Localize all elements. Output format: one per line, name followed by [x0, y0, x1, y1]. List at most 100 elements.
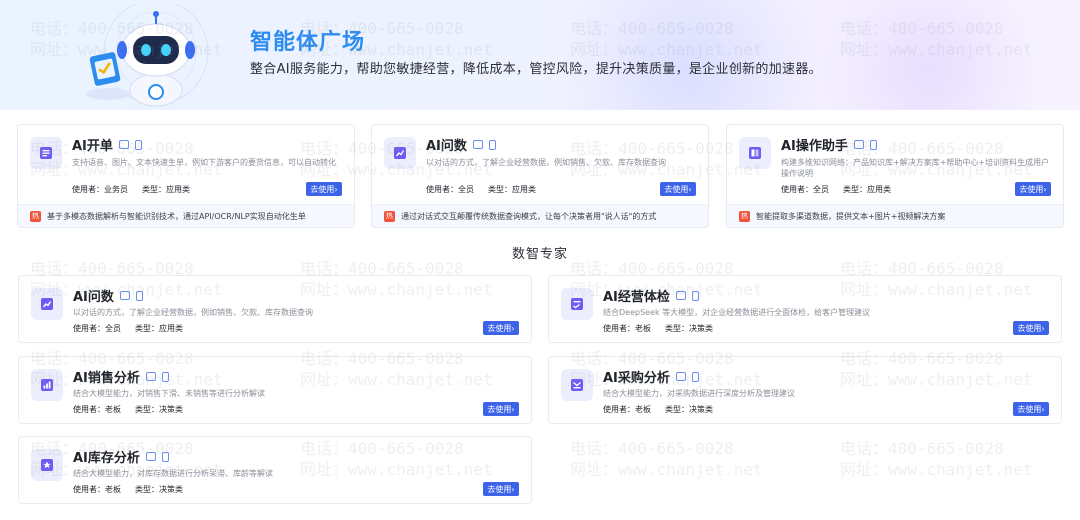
card-title-text: AI采购分析 [603, 371, 670, 386]
page-subtitle: 整合AI服务能力，帮助您敏捷经营，降低成本，管控风险，提升决策质量，是企业创新的… [250, 62, 822, 77]
use-button[interactable]: 去使用 › [483, 482, 519, 496]
card-user: 使用者：业务员 [72, 185, 128, 194]
use-button-label: 去使用 [664, 184, 689, 194]
card-type: 类型：应用类 [843, 185, 891, 194]
desktop-icon [675, 372, 686, 381]
expert-card-ai-sales[interactable]: AI销售分析 结合大模型能力，对销售下滑、未销售等进行分析解读 使用者：老板 类… [18, 356, 532, 424]
expert-card-ai-checkup[interactable]: AI经营体检 结合DeepSeek 等大模型，对企业经营数据进行全面体检，给客户… [548, 275, 1062, 343]
card-meta: 使用者：业务员 类型：应用类 [72, 184, 190, 195]
page-title: 智能体广场 [250, 30, 366, 55]
desktop-icon [675, 291, 686, 300]
section-title: 数智专家 [511, 247, 568, 262]
chevron-right-icon: › [1041, 404, 1045, 414]
card-title-text: AI库存分析 [73, 451, 140, 466]
expert-card-ai-purchase[interactable]: AI采购分析 结合大模型能力，对采购数据进行深度分析及管理建议 使用者：老板 类… [548, 356, 1062, 424]
agent-card-ai-order[interactable]: AI开单 支持语音、图片、文本快速生单，例如下游客户的要货信息，可以自动转化 使… [17, 124, 355, 228]
card-title-text: AI经营体检 [603, 290, 670, 305]
card-title: AI经营体检 [603, 286, 699, 305]
card-title-text: AI销售分析 [73, 371, 140, 386]
card-description: 构建多维知识网络：产品知识库+解决方案库+帮助中心+培训资料生成用户操作说明 [781, 158, 1050, 178]
banner-decoration [560, 0, 820, 110]
card-description: 结合大模型能力，对采购数据进行深度分析及管理建议 [603, 389, 795, 398]
use-button[interactable]: 去使用 › [1015, 182, 1051, 196]
mobile-icon [488, 139, 496, 150]
use-button-label: 去使用 [310, 184, 335, 194]
card-meta: 使用者：老板 类型：决策类 [603, 323, 713, 334]
card-footer-text: 通过对话式交互颠覆传统数据查询模式，让每个决策者用"说人话"的方式 [401, 211, 657, 221]
card-type: 类型：应用类 [488, 185, 536, 194]
card-meta: 使用者：老板 类型：决策类 [73, 484, 183, 495]
use-button-label: 去使用 [487, 484, 512, 494]
watermark-text: 电话：400-665-0028 网址：www.chanjet.net [570, 438, 763, 480]
watermark-text: 电话：400-665-0028 网址：www.chanjet.net [840, 438, 1033, 480]
card-footer-text: 智能提取多渠道数据，提供文本+图片+视频解决方案 [756, 211, 946, 221]
use-button-label: 去使用 [487, 404, 512, 414]
card-title-text: AI操作助手 [781, 139, 848, 154]
card-user: 使用者：全员 [426, 185, 474, 194]
chevron-right-icon: › [1041, 323, 1045, 333]
use-button[interactable]: 去使用 › [483, 402, 519, 416]
use-button-label: 去使用 [1019, 184, 1044, 194]
expert-card-ai-query[interactable]: AI问数 以对话的方式，了解企业经营数据，例如销售、欠款、库存数据查询 使用者：… [18, 275, 532, 343]
use-button[interactable]: 去使用 › [1013, 321, 1049, 335]
desktop-icon [145, 452, 156, 461]
chevron-right-icon: › [688, 184, 692, 194]
card-user: 使用者：老板 [73, 485, 121, 494]
card-user: 使用者：老板 [603, 324, 651, 333]
use-button-label: 去使用 [1017, 404, 1042, 414]
desktop-icon [118, 140, 129, 149]
use-button[interactable]: 去使用 › [660, 182, 696, 196]
chart-doc-icon [31, 288, 63, 320]
watermark-phone: 电话：400-665-0028 [840, 439, 1004, 458]
card-description: 结合大模型能力，对库存数据进行分析呆滞、库龄等解读 [73, 469, 273, 478]
agent-card-ai-query[interactable]: AI问数 以对话的方式，了解企业经营数据，例如销售、欠款、库存数据查询 使用者：… [371, 124, 709, 228]
card-type: 类型：决策类 [665, 324, 713, 333]
chevron-right-icon: › [511, 404, 515, 414]
card-footer: 热 通过对话式交互颠覆传统数据查询模式，让每个决策者用"说人话"的方式 [372, 204, 708, 227]
watermark-url: 网址：www.chanjet.net [840, 460, 1033, 479]
chevron-right-icon: › [511, 323, 515, 333]
card-description: 以对话的方式，了解企业经营数据，例如销售、欠款、库存数据查询 [426, 158, 666, 167]
chevron-right-icon: › [1043, 184, 1047, 194]
checkup-icon [561, 288, 593, 320]
banner: 智能体广场 整合AI服务能力，帮助您敏捷经营，降低成本，管控风险，提升决策质量，… [0, 0, 1080, 110]
agent-card-ai-assistant[interactable]: AI操作助手 构建多维知识网络：产品知识库+解决方案库+帮助中心+培训资料生成用… [726, 124, 1064, 228]
mobile-icon [135, 290, 143, 301]
use-button-label: 去使用 [1017, 323, 1042, 333]
card-type: 类型：应用类 [142, 185, 190, 194]
card-description: 支持语音、图片、文本快速生单，例如下游客户的要货信息，可以自动转化 [72, 158, 336, 167]
card-meta: 使用者：老板 类型：决策类 [73, 404, 183, 415]
hot-badge-icon: 热 [739, 210, 750, 222]
mobile-icon [161, 371, 169, 382]
watermark-phone: 电话：400-665-0028 [570, 439, 734, 458]
card-description: 以对话的方式，了解企业经营数据，例如销售、欠款、库存数据查询 [73, 308, 313, 317]
purchase-icon [561, 369, 593, 401]
card-title-text: AI问数 [426, 139, 467, 154]
card-title: AI操作助手 [781, 135, 877, 154]
card-title: AI销售分析 [73, 367, 169, 386]
card-user: 使用者：全员 [781, 185, 829, 194]
expert-card-ai-inventory[interactable]: AI库存分析 结合大模型能力，对库存数据进行分析呆滞、库龄等解读 使用者：老板 … [18, 436, 532, 504]
watermark-url: 网址：www.chanjet.net [570, 460, 763, 479]
mobile-icon [161, 451, 169, 462]
card-meta: 使用者：全员 类型：应用类 [73, 323, 183, 334]
card-meta: 使用者：全员 类型：应用类 [426, 184, 536, 195]
hot-badge-icon: 热 [30, 210, 41, 222]
use-button[interactable]: 去使用 › [483, 321, 519, 335]
card-meta: 使用者：全员 类型：应用类 [781, 184, 891, 195]
card-meta: 使用者：老板 类型：决策类 [603, 404, 713, 415]
use-button[interactable]: 去使用 › [306, 182, 342, 196]
card-user: 使用者：老板 [603, 405, 651, 414]
robot-mascot-icon [86, 4, 209, 107]
hot-badge-icon: 热 [384, 210, 395, 222]
mobile-icon [869, 139, 877, 150]
mobile-icon [691, 290, 699, 301]
document-list-icon [30, 137, 62, 169]
mobile-icon [134, 139, 142, 150]
inventory-icon [31, 449, 63, 481]
use-button[interactable]: 去使用 › [1013, 402, 1049, 416]
card-title: AI问数 [73, 286, 143, 305]
card-type: 类型：决策类 [665, 405, 713, 414]
mobile-icon [691, 371, 699, 382]
card-description: 结合DeepSeek 等大模型，对企业经营数据进行全面体检，给客户管理建议 [603, 308, 871, 317]
